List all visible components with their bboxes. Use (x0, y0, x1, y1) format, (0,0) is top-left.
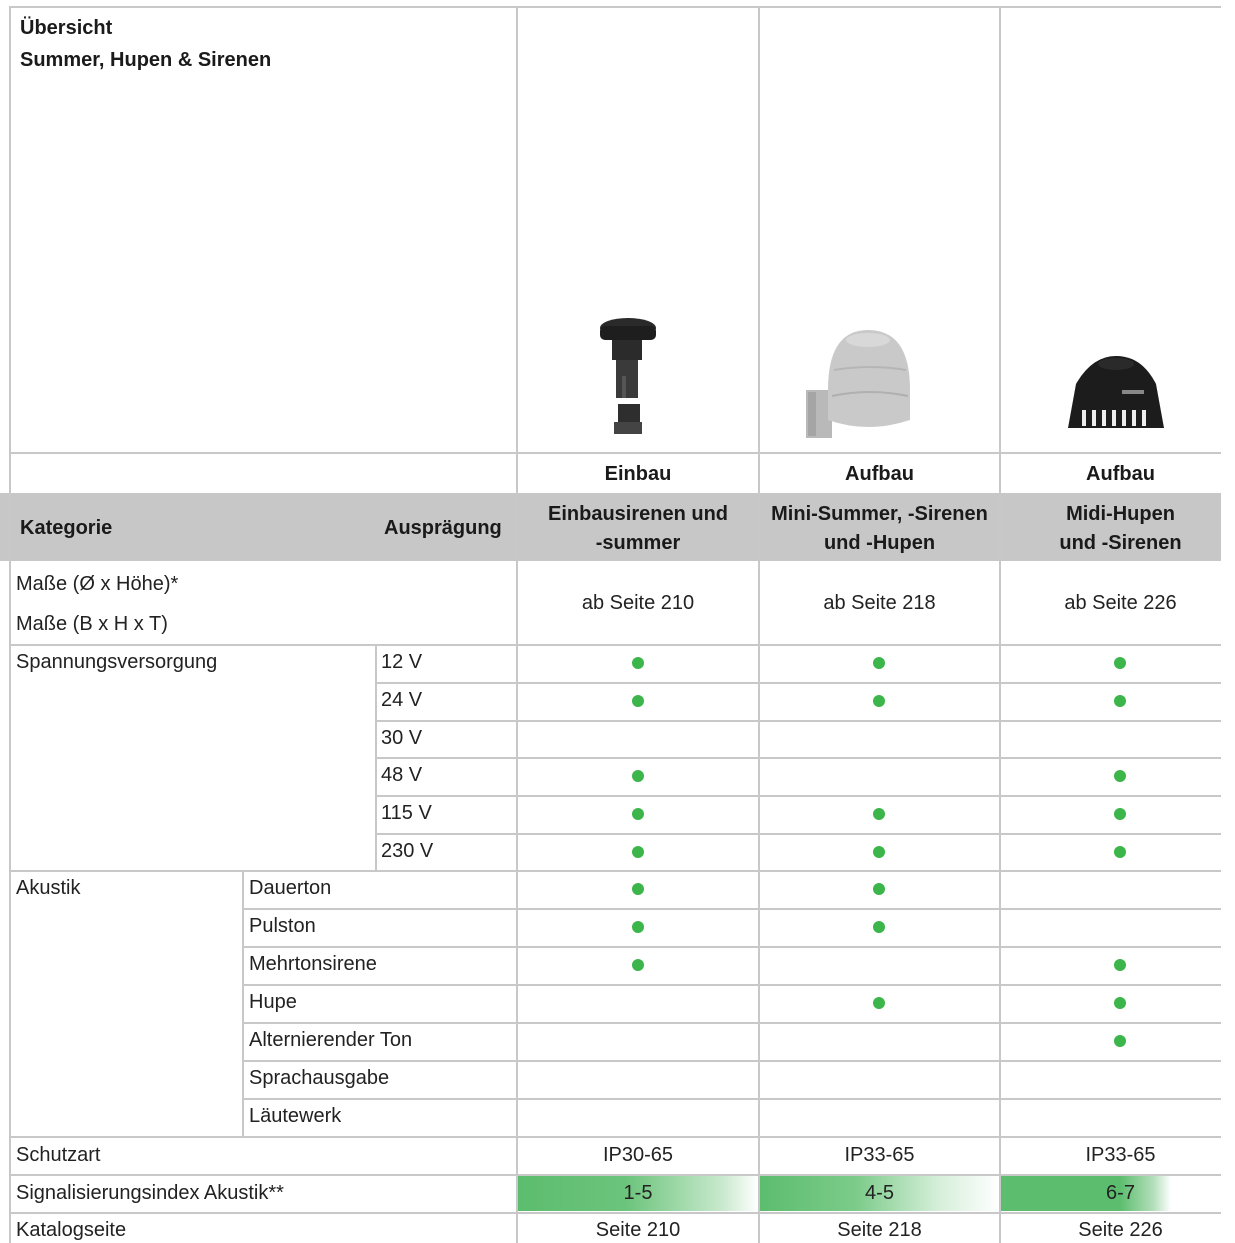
availability-dot (632, 921, 644, 933)
mount-type-3: Aufbau (1086, 463, 1155, 485)
grid-line (243, 908, 1221, 910)
grid-line (376, 682, 1221, 684)
voltage-row-label: 115 V (381, 802, 432, 825)
acoustic-row-label: Dauerton (249, 877, 332, 899)
availability-dot (1114, 657, 1126, 669)
dimension-link-3: ab Seite 226 (1064, 592, 1177, 614)
grid-line (242, 870, 244, 1136)
voltage-row-label: 48 V (381, 764, 423, 787)
grid-line (243, 984, 1221, 986)
mount-type-2: Aufbau (845, 463, 914, 485)
protection-value-1: IP30-65 (602, 1144, 674, 1166)
page-subtitle: Summer, Hupen & Sirenen (20, 49, 272, 71)
midi-hupe-image (1068, 356, 1164, 428)
catalog-page-label: Katalogseite (16, 1219, 127, 1241)
availability-dot (1114, 694, 1126, 707)
product-name-3-line2: und -Sirenen (1059, 532, 1182, 554)
signal-index-value-1: 1-5 (623, 1182, 653, 1204)
grid-line (9, 1136, 1221, 1138)
dimension-link-1: ab Seite 210 (581, 592, 695, 614)
voltage-row-label: 30 V (381, 726, 423, 749)
signal-index-value-2: 4-5 (865, 1182, 894, 1204)
product-name-1-line1: Einbausirenen und (547, 503, 729, 525)
header-auspraegung: Ausprägung (384, 517, 502, 539)
voltage-row-label: 230 V (381, 840, 434, 862)
dimension-link-2: ab Seite 218 (823, 592, 936, 614)
voltage-category-label: Spannungsversorgung (16, 651, 218, 673)
protection-value-3: IP33-65 (1085, 1144, 1156, 1166)
voltage-row-label: 12 V (381, 651, 423, 673)
dimension-label-1: Maße (Ø x Höhe)* (16, 573, 179, 595)
availability-dot (873, 808, 885, 821)
protection-label: Schutzart (16, 1144, 101, 1166)
built-in-siren-image (600, 318, 656, 434)
availability-dot (632, 657, 644, 669)
grid-line (758, 6, 760, 1243)
grid-line (9, 870, 1221, 872)
grid-line (9, 452, 1221, 454)
availability-dot (873, 657, 885, 669)
grid-line (375, 644, 377, 870)
availability-dot (632, 808, 644, 821)
mount-type-1: Einbau (604, 463, 672, 485)
product-name-1-line2: -summer (595, 532, 681, 554)
availability-dot (632, 883, 644, 895)
availability-dot (1114, 997, 1126, 1009)
availability-dot (1114, 959, 1126, 971)
product-name-3-line1: Midi-Hupen (1066, 503, 1175, 525)
availability-dot (873, 921, 885, 933)
grid-line (376, 795, 1221, 797)
acoustic-row-label: Pulston (249, 915, 316, 937)
availability-dot (1114, 808, 1126, 821)
availability-dot (873, 846, 885, 858)
acoustic-row-label: Alternierender Ton (249, 1029, 413, 1051)
availability-dot (1114, 770, 1126, 783)
grid-line (376, 833, 1221, 835)
voltage-row-label: 24 V (381, 688, 423, 711)
catalog-page-2: Seite 218 (837, 1219, 922, 1241)
protection-value-2: IP33-65 (844, 1144, 915, 1166)
acoustic-row-label: Läutewerk (249, 1105, 342, 1127)
grid-line (243, 1098, 1221, 1100)
page-title: Übersicht (20, 17, 113, 39)
availability-dot (632, 846, 644, 858)
signal-index-value-3: 6-7 (1106, 1182, 1135, 1204)
signal-index-label: Signalisierungsindex Akustik** (16, 1182, 284, 1204)
grid-line (243, 1022, 1221, 1024)
dimension-label-2: Maße (B x H x T) (16, 613, 168, 635)
product-name-2-line1: Mini-Summer, -Sirenen (771, 503, 988, 525)
acoustic-row-label: Sprachausgabe (249, 1067, 390, 1089)
grid-line (9, 6, 11, 1243)
availability-dot (632, 959, 644, 971)
availability-dot (873, 883, 885, 895)
grid-line (9, 6, 1221, 8)
product-name-2-line2: und -Hupen (823, 532, 936, 554)
acoustic-row-label: Hupe (249, 991, 297, 1013)
availability-dot (1114, 846, 1126, 858)
availability-dot (1114, 1035, 1126, 1047)
catalog-page-1: Seite 210 (595, 1219, 681, 1241)
header-kategorie: Kategorie (20, 517, 113, 539)
availability-dot (873, 694, 885, 707)
acoustic-row-label: Mehrtonsirene (249, 953, 377, 975)
grid-line (243, 1060, 1221, 1062)
grid-line (516, 6, 518, 1243)
grid-line (376, 720, 1221, 722)
grid-line (9, 644, 1221, 646)
grid-line (999, 6, 1001, 1243)
grid-line (243, 946, 1221, 948)
availability-dot (873, 997, 885, 1009)
grid-line (9, 1212, 1221, 1214)
acoustic-category-label: Akustik (16, 877, 81, 899)
catalog-page-3: Seite 226 (1078, 1219, 1163, 1241)
mini-summer-image (806, 330, 910, 438)
grid-line (376, 757, 1221, 759)
availability-dot (632, 694, 644, 707)
availability-dot (632, 770, 644, 783)
